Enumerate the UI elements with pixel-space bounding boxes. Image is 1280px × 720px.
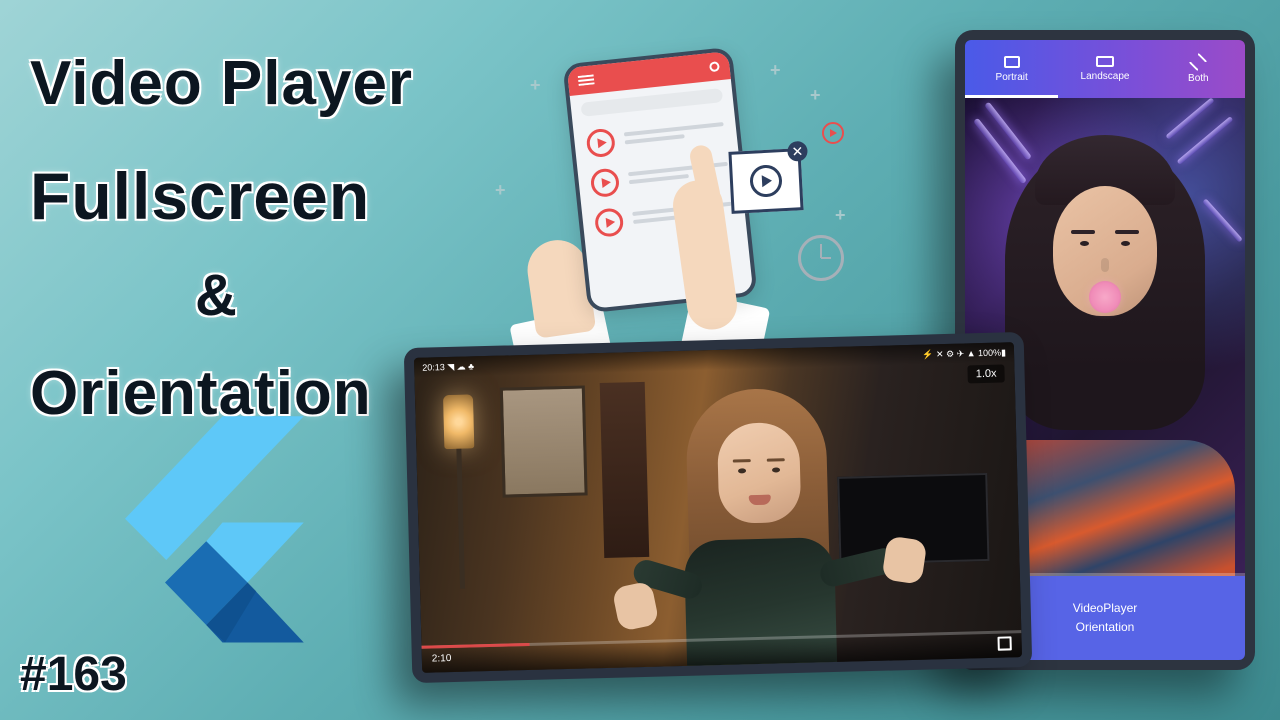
title-line-2: Fullscreen <box>30 158 370 234</box>
tab-label: Both <box>1188 73 1209 84</box>
video-popup: ✕ <box>728 148 803 214</box>
status-left: 20:13 ◥ ☁ ♣ <box>422 361 474 373</box>
play-icon <box>749 164 783 198</box>
title-ampersand: & <box>195 262 238 329</box>
episode-number: #163 <box>20 647 127 702</box>
play-icon <box>594 207 625 238</box>
playback-speed-badge[interactable]: 1.0x <box>968 364 1005 383</box>
small-play-icon <box>822 122 844 144</box>
landscape-phone-mockup: 20:13 ◥ ☁ ♣ ⚡ ✕ ⚙ ✈ ▲ 100%▮ 1.0x 2:10 <box>404 332 1033 683</box>
title-line-1: Video Player <box>30 48 413 119</box>
close-icon: ✕ <box>787 141 808 162</box>
tab-portrait[interactable]: Portrait <box>965 40 1058 98</box>
footer-text-1: VideoPlayer <box>1073 599 1138 618</box>
tab-both[interactable]: Both <box>1152 40 1245 98</box>
play-icon <box>585 128 616 159</box>
tab-landscape[interactable]: Landscape <box>1058 40 1151 98</box>
footer-text-2: Orientation <box>1076 618 1135 637</box>
play-icon <box>590 167 621 198</box>
flutter-logo-icon <box>105 410 315 660</box>
hands-phone-illustration: + + + + + ✕ <box>470 40 870 340</box>
status-right: ⚡ ✕ ⚙ ✈ ▲ 100%▮ <box>922 347 1006 360</box>
tab-label: Landscape <box>1081 71 1130 82</box>
fullscreen-icon[interactable] <box>997 636 1011 650</box>
tab-label: Portrait <box>996 72 1028 83</box>
rotate-icon <box>1188 52 1208 72</box>
clock-icon <box>798 235 844 281</box>
video-time-label: 2:10 <box>432 653 452 665</box>
landscape-icon <box>1096 56 1114 67</box>
portrait-icon <box>1004 56 1020 68</box>
landscape-video-thumbnail[interactable] <box>414 342 1022 673</box>
orientation-tabs: Portrait Landscape Both <box>965 40 1245 98</box>
